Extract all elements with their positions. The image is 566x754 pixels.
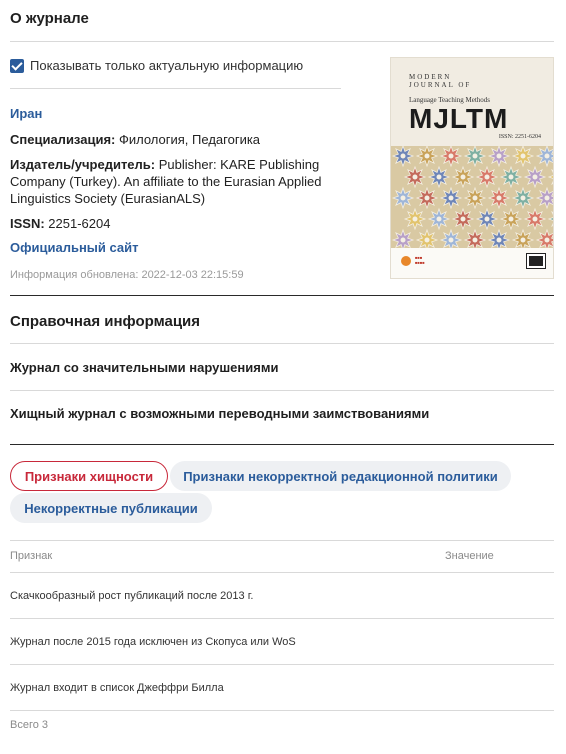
cover-title: MJLTM: [409, 103, 509, 134]
tab-predatory-signs[interactable]: Признаки хищности: [10, 461, 168, 491]
specialization: Специализация: Филология, Педагогика: [10, 131, 340, 148]
column-header-sign: Признак: [10, 550, 53, 562]
reference-item-violations[interactable]: Журнал со значительными нарушениями: [10, 360, 278, 375]
specialization-value: Филология, Педагогика: [118, 132, 261, 147]
table-row: Журнал входит в список Джеффри Билла: [10, 682, 224, 694]
divider: [10, 618, 554, 619]
cover-pattern: [391, 146, 553, 248]
issn: ISSN: 2251-6204: [10, 215, 340, 232]
publisher-logo-icon: [401, 256, 411, 266]
journal-cover-image: MODERN JOURNAL OF Language Teaching Meth…: [390, 57, 554, 279]
divider: [10, 710, 554, 711]
divider: [10, 664, 554, 665]
column-header-value: Значение: [445, 550, 494, 562]
checkbox-checked-icon[interactable]: [10, 58, 24, 73]
table-row: Журнал после 2015 года исключен из Скопу…: [10, 636, 296, 648]
official-site-link[interactable]: Официальный сайт: [10, 240, 138, 255]
qr-code-icon: [526, 253, 546, 269]
checkbox-label: Показывать только актуальную информацию: [30, 58, 304, 73]
divider: [10, 540, 554, 541]
table-row: Скачкообразный рост публикаций после 201…: [10, 590, 254, 602]
divider: [10, 88, 341, 89]
total-count: Всего 3: [10, 719, 49, 731]
actual-info-checkbox[interactable]: Показывать только актуальную информацию: [10, 58, 303, 73]
reference-section-title: Справочная информация: [10, 313, 201, 330]
tab-incorrect-publications[interactable]: Некорректные публикации: [10, 493, 212, 523]
publisher: Издатель/учредитель: Publisher: KARE Pub…: [10, 156, 340, 207]
tab-editorial-policy[interactable]: Признаки некорректной редакционной полит…: [170, 461, 511, 491]
cover-line1: MODERN: [409, 73, 452, 81]
publisher-logo-text: ■■■ ■■■■: [415, 255, 425, 265]
updated-timestamp: Информация обновлена: 2022-12-03 22:15:5…: [10, 269, 244, 281]
cover-line2: JOURNAL OF: [409, 81, 472, 89]
publisher-label: Издатель/учредитель:: [10, 157, 156, 172]
country-link[interactable]: Иран: [10, 106, 42, 121]
divider: [10, 572, 554, 573]
cover-issn: ISSN: 2251-6204: [498, 134, 541, 140]
cover-header: MODERN JOURNAL OF: [409, 73, 471, 89]
divider: [10, 295, 554, 296]
divider: [10, 41, 554, 42]
divider: [10, 390, 554, 391]
about-section-title: О журнале: [10, 10, 89, 27]
divider: [10, 343, 554, 344]
issn-label: ISSN:: [10, 216, 45, 231]
specialization-label: Специализация:: [10, 132, 116, 147]
divider: [10, 444, 554, 445]
issn-value: 2251-6204: [48, 216, 111, 231]
cover-footer: ■■■ ■■■■: [391, 248, 553, 278]
reference-item-predatory[interactable]: Хищный журнал с возможными переводными з…: [10, 406, 429, 421]
journal-info: Иран Специализация: Филология, Педагогик…: [10, 102, 340, 281]
